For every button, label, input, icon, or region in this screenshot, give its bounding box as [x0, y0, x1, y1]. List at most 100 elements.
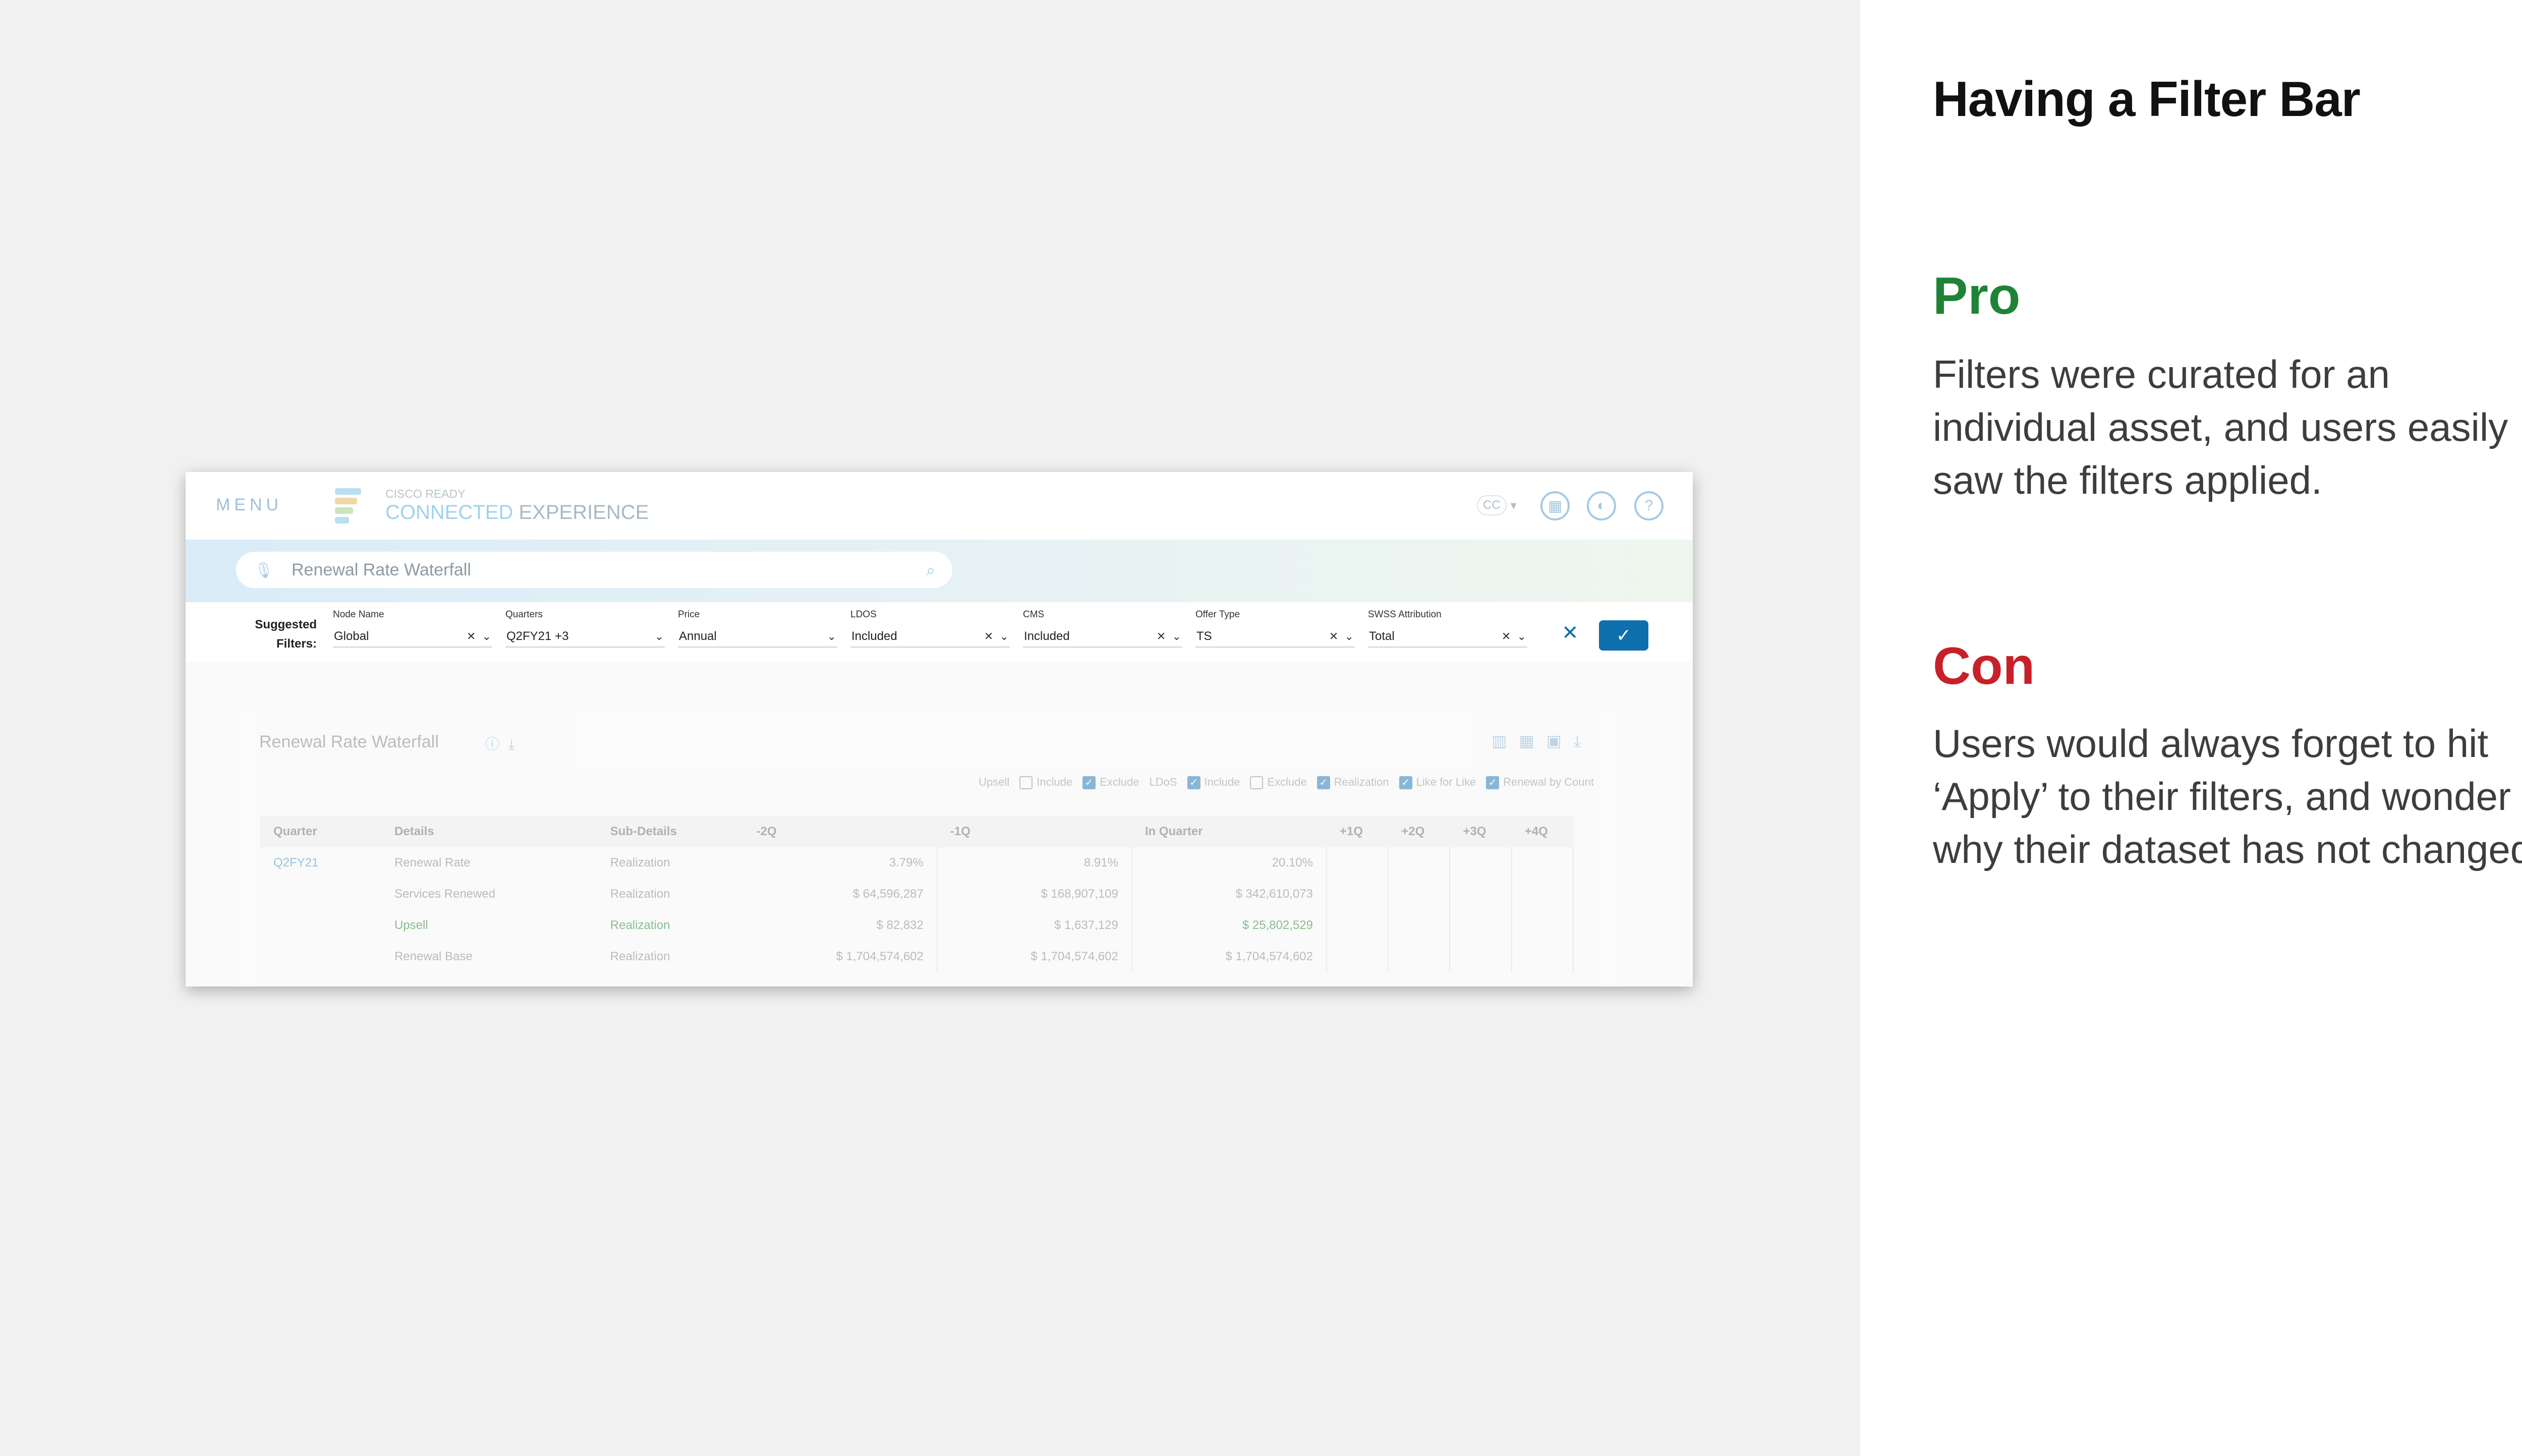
search-icon[interactable]: ⌕: [926, 561, 935, 580]
filter-cms[interactable]: CMS Included ✕ ⌄: [1023, 609, 1182, 650]
table-cell: Renewal Base: [394, 950, 473, 963]
toggle-checkbox[interactable]: ✓ Like for Like: [1399, 776, 1476, 790]
filter-label: Price: [678, 609, 700, 620]
clear-icon[interactable]: ✕: [1329, 630, 1338, 643]
microphone-icon[interactable]: 🎙: [254, 562, 273, 579]
help-icon[interactable]: ?: [1634, 491, 1664, 520]
filter-select[interactable]: TS ✕ ⌄: [1195, 627, 1355, 648]
checkbox-icon[interactable]: [1250, 776, 1264, 790]
filter-select[interactable]: Global ✕ ⌄: [333, 627, 492, 648]
table-cell: Realization: [610, 887, 670, 901]
chevron-down-icon[interactable]: ⌄: [1517, 630, 1526, 643]
apply-filters-button[interactable]: ✓: [1599, 620, 1648, 651]
column-header: +3Q: [1450, 816, 1512, 847]
filter-select[interactable]: Total ✕ ⌄: [1368, 627, 1527, 648]
clear-filters-button[interactable]: ✕: [1562, 621, 1579, 645]
pro-heading: Pro: [1933, 267, 2021, 325]
menu-button[interactable]: MENU: [216, 495, 282, 515]
filter-label: Quarters: [505, 609, 543, 620]
checkbox-icon[interactable]: ✓: [1082, 776, 1096, 790]
info-icon[interactable]: ⓘ: [485, 736, 508, 752]
toggle-checkbox[interactable]: ✓ Exclude: [1082, 776, 1139, 790]
suggested-filters-label: Suggested Filters:: [241, 615, 317, 654]
table-view-icon[interactable]: ▦: [1519, 732, 1546, 750]
filter-select[interactable]: Included ✕ ⌄: [850, 627, 1010, 648]
table-row: Q2FY21 Renewal Rate Realization 3.79% 8.91% 2…: [260, 847, 1574, 879]
language-selector[interactable]: CC ▾: [1477, 494, 1523, 516]
slide-title: Having a Filter Bar: [1933, 71, 2361, 127]
filter-offer-type[interactable]: Offer Type TS ✕ ⌄: [1195, 609, 1355, 650]
table-cell: $ 168,907,109: [937, 879, 1132, 910]
table-row: Renewal Base Realization $ 1,704,574,602 $ …: [260, 941, 1574, 972]
con-text: Users would always forget to hit ‘Apply’…: [1933, 721, 2522, 871]
clear-icon[interactable]: ✕: [1502, 630, 1511, 643]
table-cell: [1511, 847, 1574, 879]
table-cell: $ 1,637,129: [937, 910, 1132, 941]
column-header: +4Q: [1511, 816, 1573, 847]
brand-title-part1: CONNECTED: [385, 501, 513, 523]
chevron-down-icon[interactable]: ⌄: [827, 630, 836, 643]
toggle-checkbox[interactable]: ✓ Renewal by Count: [1486, 776, 1594, 790]
toggle-checkbox[interactable]: ✓ Include: [1187, 776, 1240, 790]
table-cell: [260, 941, 381, 972]
filter-value: Included: [1024, 629, 1070, 643]
apps-grid-icon[interactable]: ▦: [1540, 491, 1570, 520]
checkbox-icon[interactable]: ✓: [1187, 776, 1200, 790]
chevron-down-icon[interactable]: ⌄: [1345, 630, 1354, 643]
filter-select[interactable]: Included ✕ ⌄: [1023, 627, 1182, 648]
chevron-down-icon[interactable]: ⌄: [1000, 630, 1009, 643]
toggle-checkbox[interactable]: Exclude: [1250, 776, 1307, 790]
filter-price[interactable]: Price Annual ⌄: [678, 609, 837, 650]
toggle-checkbox[interactable]: ✓ Realization: [1316, 776, 1389, 790]
suggested-label-line1: Suggested: [255, 618, 317, 631]
pro-text: Filters were curated for an individual a…: [1933, 352, 2508, 502]
user-icon[interactable]: ◐: [1587, 491, 1616, 520]
filter-select[interactable]: Q2FY21 +3 ⌄: [505, 627, 665, 648]
save-icon[interactable]: ▣: [1546, 732, 1574, 750]
clear-icon[interactable]: ✕: [467, 630, 476, 643]
search-band: 🎙 ⌕: [186, 540, 1693, 602]
checkbox-icon[interactable]: ✓: [1399, 776, 1412, 790]
table-cell: $ 64,596,287: [743, 879, 938, 910]
download-icon[interactable]: ⤓: [508, 736, 524, 752]
table-cell: [1450, 910, 1512, 941]
table-cell: [1327, 879, 1389, 910]
app-screenshot: MENU CISCO READY CONNECTED EXPERIENCE CC…: [186, 472, 1693, 986]
toggle-checkbox[interactable]: Include: [1019, 776, 1072, 790]
check-icon: ✓: [1616, 625, 1632, 646]
table-cell: [1327, 941, 1389, 972]
chevron-down-icon[interactable]: ⌄: [1172, 630, 1181, 643]
download-icon[interactable]: ⤓: [1574, 732, 1593, 750]
filter-value: Included: [851, 629, 897, 643]
checkbox-icon[interactable]: ✓: [1486, 776, 1500, 790]
checkbox-icon[interactable]: ✓: [1316, 776, 1330, 790]
column-header: -2Q: [743, 816, 937, 847]
language-code: CC: [1477, 495, 1507, 515]
brand-title-part2: EXPERIENCE: [519, 501, 649, 523]
filter-quarters[interactable]: Quarters Q2FY21 +3 ⌄: [505, 609, 665, 650]
search-input[interactable]: [292, 552, 897, 588]
filter-ldos[interactable]: LDOS Included ✕ ⌄: [850, 609, 1010, 650]
toggle-label: Exclude: [1267, 776, 1307, 788]
toggle-label: Include: [1204, 776, 1240, 788]
filter-label: CMS: [1023, 609, 1045, 620]
checkbox-icon[interactable]: [1019, 776, 1033, 790]
filter-value: TS: [1196, 629, 1212, 643]
chart-view-icon[interactable]: ▥: [1492, 732, 1519, 750]
toggle-row: Upsell Include ✓ Exclude LDoS ✓ Include Exclude…: [968, 776, 1594, 790]
waterfall-table: Quarter Details Sub-Details -2Q -1Q In Quarte…: [260, 816, 1574, 972]
filter-select[interactable]: Annual ⌄: [678, 627, 837, 648]
table-cell: Realization: [610, 918, 670, 932]
filter-node-name[interactable]: Node Name Global ✕ ⌄: [333, 609, 492, 650]
clear-icon[interactable]: ✕: [984, 630, 993, 643]
column-header: +1Q: [1327, 816, 1389, 847]
table-cell: Realization: [610, 856, 670, 869]
chevron-down-icon[interactable]: ⌄: [482, 630, 491, 643]
chevron-down-icon[interactable]: ⌄: [655, 630, 664, 643]
filter-value: Total: [1369, 629, 1395, 643]
table-cell[interactable]: Q2FY21: [260, 847, 381, 879]
search-box[interactable]: 🎙 ⌕: [236, 552, 952, 588]
clear-icon[interactable]: ✕: [1157, 630, 1166, 643]
table-cell: Renewal Rate: [394, 856, 471, 869]
filter-swss-attribution[interactable]: SWSS Attribution Total ✕ ⌄: [1368, 609, 1527, 650]
